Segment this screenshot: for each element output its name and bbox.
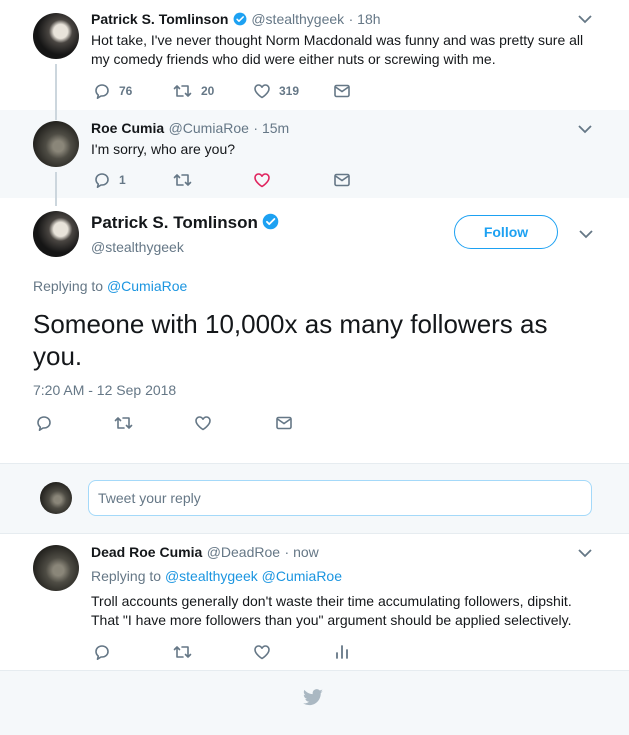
heart-icon	[254, 645, 270, 660]
retweet-icon	[114, 417, 133, 429]
reply-replying-to: Replying to @stealthygeek @CumiaRoe	[91, 568, 342, 584]
chevron-down-icon[interactable]	[579, 229, 593, 239]
main-reply-button[interactable]	[35, 415, 53, 431]
divider	[0, 463, 629, 464]
tweet1-dm-button[interactable]	[333, 83, 351, 99]
main-replying-to: Replying to @CumiaRoe	[33, 278, 187, 294]
tweet1-handle[interactable]: @stealthygeek	[251, 11, 344, 27]
tweet2-retweet-button[interactable]	[173, 172, 193, 188]
avatar-dead-roe-cumia[interactable]	[33, 545, 79, 591]
reply-retweet-button[interactable]	[173, 644, 193, 660]
tweet1-reply-button[interactable]: 76	[93, 83, 132, 99]
replying-to-link-1[interactable]: @stealthygeek	[165, 568, 258, 584]
tweet2-dm-button[interactable]	[333, 172, 351, 188]
main-handle[interactable]: @stealthygeek	[91, 239, 184, 255]
main-like-button[interactable]	[194, 415, 212, 431]
reply-header: Dead Roe Cumia @DeadRoe · now	[91, 544, 319, 562]
avatar-roe-cumia[interactable]	[33, 121, 79, 167]
chevron-down-icon[interactable]	[578, 124, 592, 134]
verified-icon	[233, 12, 247, 26]
replying-prefix: Replying to	[91, 568, 165, 584]
avatar-patrick[interactable]	[33, 211, 79, 257]
tweet1-time[interactable]: · 18h	[349, 11, 381, 27]
avatar-self	[40, 482, 72, 514]
heart-icon	[195, 416, 211, 431]
reply-author[interactable]: Dead Roe Cumia	[91, 544, 202, 560]
envelope-icon	[276, 416, 292, 430]
reply-icon	[95, 84, 109, 99]
tweet2-time[interactable]: · 15m	[253, 120, 289, 136]
reply-like-button[interactable]	[253, 644, 271, 660]
reply-icon	[37, 416, 51, 431]
main-retweet-button[interactable]	[114, 415, 134, 431]
divider	[0, 670, 629, 671]
tweet1-retweet-count: 20	[201, 84, 215, 98]
thread-line	[55, 172, 57, 206]
reply-analytics-button[interactable]	[334, 644, 350, 660]
thread-line	[55, 110, 57, 120]
reply-icon	[95, 173, 109, 188]
reply-icon	[95, 645, 109, 660]
replying-to-link[interactable]: @CumiaRoe	[107, 278, 187, 294]
chevron-down-icon[interactable]	[578, 14, 592, 24]
analytics-icon	[336, 645, 348, 659]
replying-to-link-2[interactable]: @CumiaRoe	[262, 568, 342, 584]
reply-input-placeholder: Tweet your reply	[98, 490, 201, 506]
tweet2-handle[interactable]: @CumiaRoe	[169, 120, 249, 136]
heart-icon	[254, 84, 270, 99]
retweet-icon	[173, 646, 192, 658]
replying-prefix: Replying to	[33, 278, 107, 294]
tweet1-text: Hot take, I've never thought Norm Macdon…	[91, 32, 584, 67]
main-timestamp[interactable]: 7:20 AM - 12 Sep 2018	[33, 382, 176, 398]
tweet2-author[interactable]: Roe Cumia	[91, 120, 164, 136]
tweet1-like-count: 319	[279, 84, 300, 98]
twitter-bird-icon	[303, 689, 323, 706]
envelope-icon	[334, 84, 350, 98]
tweet2-header: Roe Cumia @CumiaRoe · 15m	[91, 120, 289, 138]
thread-line	[55, 64, 57, 116]
heart-icon	[254, 173, 270, 188]
retweet-icon	[173, 174, 192, 186]
reply-handle[interactable]: @DeadRoe	[207, 544, 280, 560]
divider	[0, 533, 629, 534]
reply-reply-button[interactable]	[93, 644, 111, 660]
tweet2-text: I'm sorry, who are you?	[91, 141, 236, 157]
reply-time[interactable]: · now	[285, 544, 319, 560]
reply-text: Troll accounts generally don't waste the…	[91, 593, 572, 628]
tweet1-retweet-button[interactable]: 20	[173, 83, 214, 99]
envelope-icon	[334, 173, 350, 187]
avatar-patrick[interactable]	[33, 13, 79, 59]
main-text: Someone with 10,000x as many followers a…	[33, 309, 548, 371]
tweet2-like-button[interactable]	[253, 172, 271, 188]
chevron-down-icon[interactable]	[578, 548, 592, 558]
main-dm-button[interactable]	[275, 415, 293, 431]
follow-button[interactable]: Follow	[454, 215, 558, 249]
retweet-icon	[173, 85, 192, 97]
tweet1-like-button[interactable]: 319	[253, 83, 299, 99]
tweet2-reply-button[interactable]: 1	[93, 172, 126, 188]
main-author[interactable]: Patrick S. Tomlinson	[91, 213, 258, 232]
reply-input[interactable]: Tweet your reply	[88, 480, 592, 516]
tweet1-reply-count: 76	[119, 84, 133, 98]
verified-icon	[263, 213, 279, 230]
tweet1-header: Patrick S. Tomlinson @stealthygeek · 18h	[91, 11, 381, 29]
tweet1-author[interactable]: Patrick S. Tomlinson	[91, 11, 228, 27]
main-author-line: Patrick S. Tomlinson	[91, 213, 279, 233]
tweet2-reply-count: 1	[119, 173, 126, 187]
